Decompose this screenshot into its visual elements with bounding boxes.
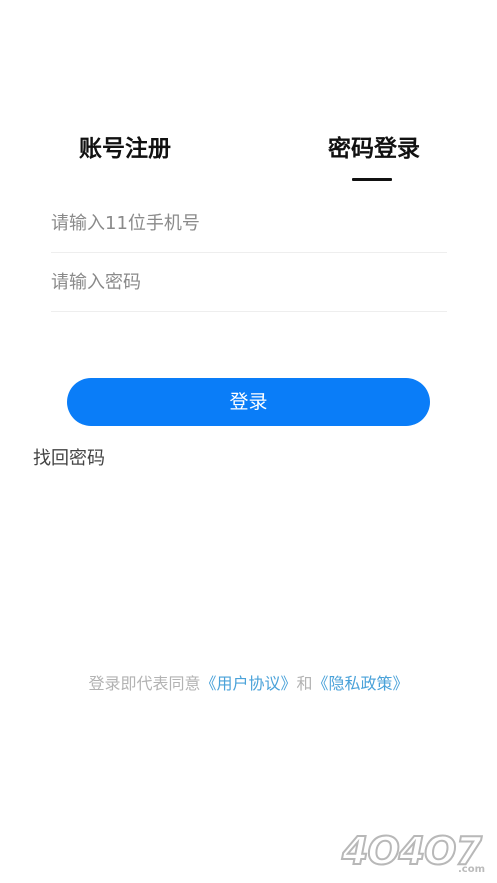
watermark-logo: 4O4O7 .com — [340, 828, 485, 875]
agreement-text: 登录即代表同意《用户协议》和《隐私政策》 — [0, 672, 497, 696]
password-field — [51, 253, 447, 312]
active-tab-indicator — [352, 178, 392, 181]
tab-password-login[interactable]: 密码登录 — [328, 132, 420, 166]
login-button[interactable]: 登录 — [67, 378, 430, 426]
phone-field — [51, 194, 447, 253]
phone-input[interactable] — [51, 194, 447, 252]
watermark-suffix: .com — [458, 864, 485, 875]
forgot-password-link[interactable]: 找回密码 — [33, 446, 105, 472]
privacy-policy-link[interactable]: 《隐私政策》 — [313, 674, 409, 693]
agreement-prefix: 登录即代表同意 — [88, 674, 201, 693]
tab-register[interactable]: 账号注册 — [79, 132, 171, 166]
agreement-conjunction: 和 — [296, 674, 313, 693]
user-agreement-link[interactable]: 《用户协议》 — [200, 674, 296, 693]
password-input[interactable] — [51, 253, 447, 311]
